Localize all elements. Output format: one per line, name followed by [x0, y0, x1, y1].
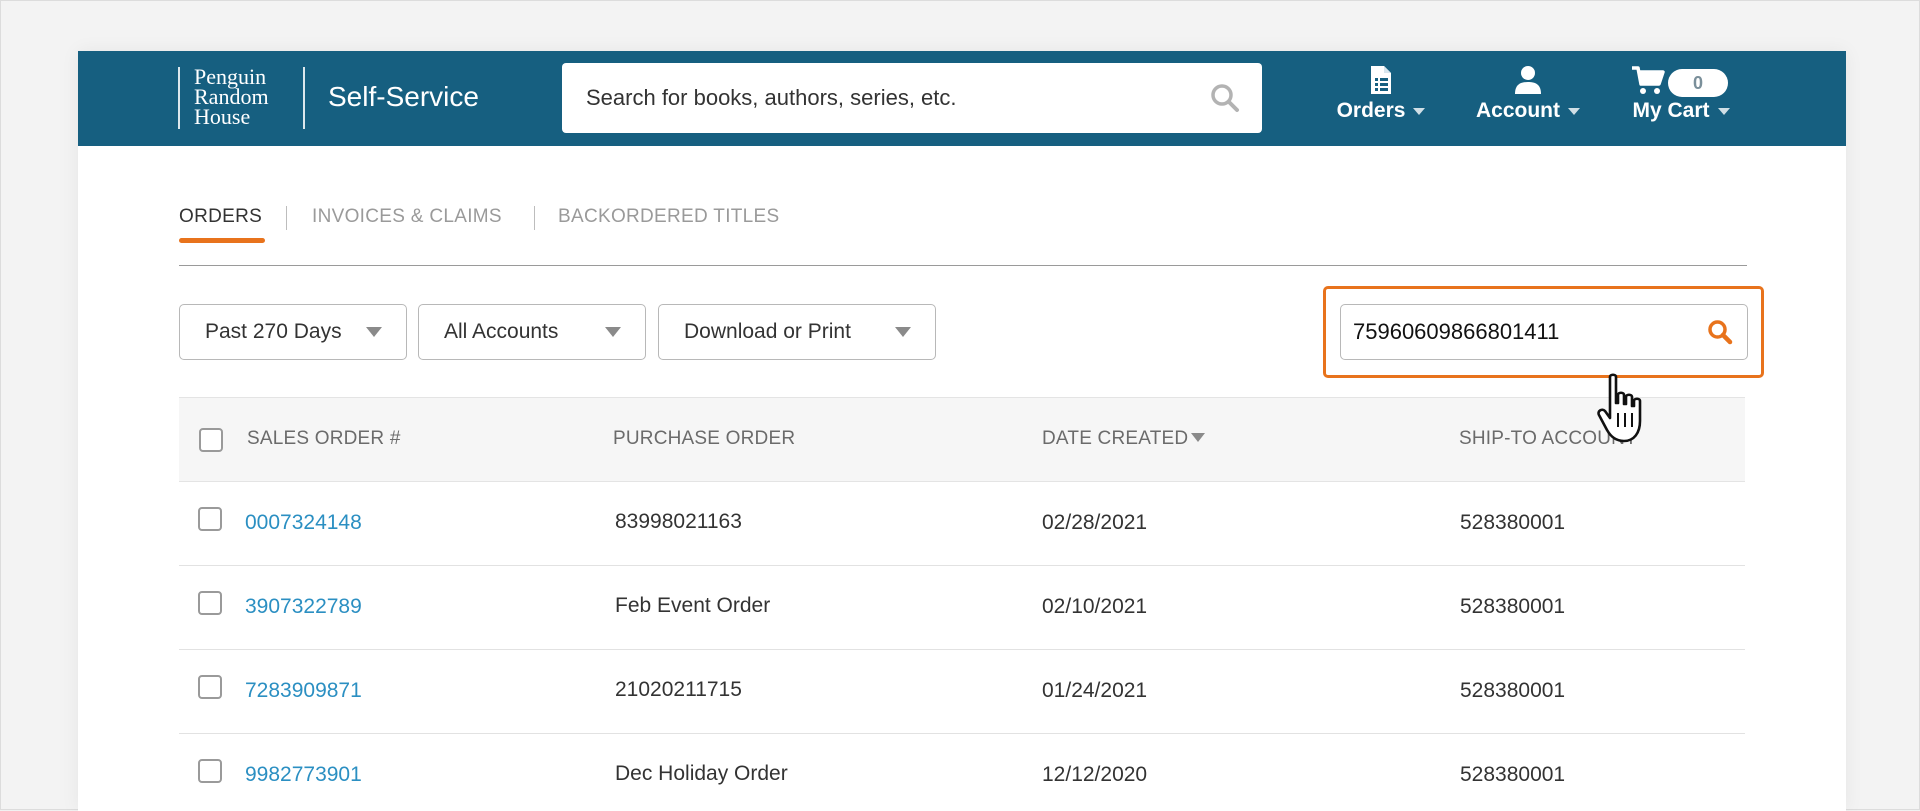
top-header: Penguin Random House Self-Service Search… — [78, 51, 1846, 146]
purchase-order-cell: Feb Event Order — [615, 594, 771, 617]
orders-table-header: SALES ORDER # PURCHASE ORDER DATE CREATE… — [179, 397, 1745, 482]
search-icon[interactable] — [1707, 319, 1733, 350]
chevron-down-icon — [1717, 107, 1730, 115]
document-icon — [1331, 65, 1431, 95]
cart-icon — [1631, 65, 1665, 95]
ship-to-cell: 528380001 — [1460, 763, 1566, 786]
date-created-cell: 01/24/2021 — [1042, 679, 1148, 702]
chevron-down-icon — [895, 327, 911, 337]
purchase-order-cell: Dec Holiday Order — [615, 762, 788, 785]
date-created-cell: 02/28/2021 — [1042, 511, 1148, 534]
app-title: Self-Service — [328, 81, 479, 112]
sales-order-link[interactable]: 9982773901 — [245, 763, 362, 787]
nav-orders[interactable]: Orders — [1331, 65, 1431, 123]
search-icon[interactable] — [1210, 83, 1240, 118]
download-print-value: Download or Print — [684, 320, 851, 343]
chevron-down-icon — [605, 327, 621, 337]
nav-orders-label: Orders — [1336, 99, 1406, 122]
date-created-cell: 12/12/2020 — [1042, 763, 1148, 786]
accounts-dropdown[interactable]: All Accounts — [418, 304, 646, 360]
tab-separator — [534, 206, 535, 230]
date-range-dropdown[interactable]: Past 270 Days — [179, 304, 407, 360]
column-header-purchase-order[interactable]: PURCHASE ORDER — [613, 428, 795, 450]
tab-separator — [286, 206, 287, 230]
row-checkbox[interactable] — [198, 591, 222, 615]
table-row: 0007324148 83998021163 02/28/2021 528380… — [179, 481, 1745, 566]
hand-cursor-icon — [1596, 373, 1654, 452]
sales-order-link[interactable]: 0007324148 — [245, 511, 362, 535]
active-tab-indicator — [179, 238, 265, 243]
ship-to-cell: 528380001 — [1460, 679, 1566, 702]
cart-count-badge: 0 — [1668, 69, 1728, 97]
user-icon — [1468, 65, 1588, 95]
tab-invoices-claims[interactable]: INVOICES & CLAIMS — [312, 206, 502, 228]
select-all-checkbox[interactable] — [199, 428, 223, 452]
ship-to-cell: 528380001 — [1460, 511, 1566, 534]
chevron-down-icon — [366, 327, 382, 337]
column-header-sales-order[interactable]: SALES ORDER # — [247, 428, 401, 450]
penguin-random-house-logo[interactable]: Penguin Random House — [178, 66, 292, 129]
logo-line-3: House — [194, 104, 251, 129]
purchase-order-cell: 21020211715 — [615, 678, 742, 701]
screen-frame: Penguin Random House Self-Service Search… — [0, 0, 1920, 811]
table-row: 3907322789 Feb Event Order 02/10/2021 52… — [179, 565, 1745, 650]
sales-order-link[interactable]: 7283909871 — [245, 679, 362, 703]
table-row: 7283909871 21020211715 01/24/2021 528380… — [179, 649, 1745, 734]
chevron-down-icon — [1568, 107, 1580, 115]
global-search-input[interactable] — [562, 63, 1202, 133]
tab-orders[interactable]: ORDERS — [179, 206, 262, 228]
sales-order-link[interactable]: 3907322789 — [245, 595, 362, 619]
row-checkbox[interactable] — [198, 675, 222, 699]
order-search — [1340, 304, 1748, 360]
order-search-input[interactable] — [1341, 305, 1691, 358]
nav-account[interactable]: Account — [1468, 65, 1588, 123]
sort-desc-icon — [1191, 432, 1206, 442]
row-checkbox[interactable] — [198, 507, 222, 531]
tab-backordered-titles[interactable]: BACKORDERED TITLES — [558, 206, 780, 228]
ship-to-cell: 528380001 — [1460, 595, 1566, 618]
row-checkbox[interactable] — [198, 759, 222, 783]
date-created-label: DATE CREATED — [1042, 428, 1189, 449]
logo-divider — [303, 67, 305, 129]
column-header-date-created[interactable]: DATE CREATED — [1042, 428, 1206, 450]
global-search — [562, 63, 1262, 133]
chevron-down-icon — [1413, 107, 1426, 115]
purchase-order-cell: 83998021163 — [615, 510, 742, 533]
nav-cart-label: My Cart — [1632, 99, 1710, 122]
download-print-dropdown[interactable]: Download or Print — [658, 304, 936, 360]
nav-account-label: Account — [1476, 99, 1560, 122]
date-created-cell: 02/10/2021 — [1042, 595, 1148, 618]
accounts-value: All Accounts — [444, 320, 559, 343]
app-window: Penguin Random House Self-Service Search… — [78, 51, 1846, 811]
table-row: 9982773901 Dec Holiday Order 12/12/2020 … — [179, 733, 1745, 811]
tabs-divider — [179, 265, 1747, 266]
date-range-value: Past 270 Days — [205, 320, 342, 343]
